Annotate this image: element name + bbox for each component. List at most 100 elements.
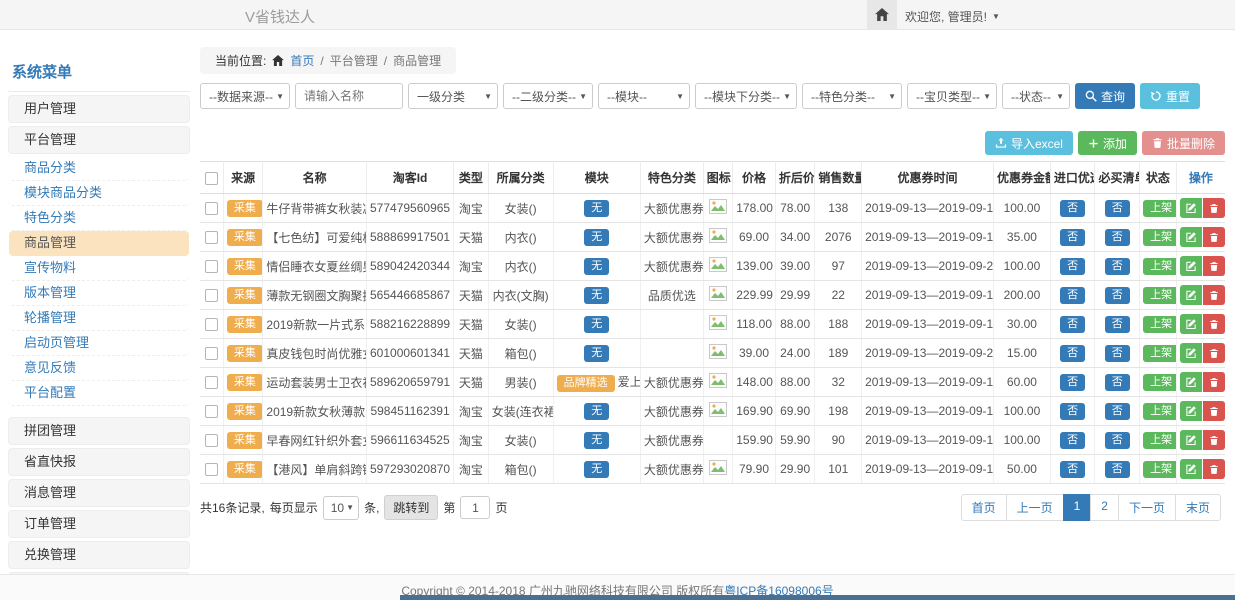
per-page-select[interactable]: 10 ▼ — [323, 496, 359, 520]
pager-item[interactable]: 2 — [1090, 494, 1119, 521]
must-buy-toggle[interactable]: 否 — [1105, 461, 1130, 478]
status-badge[interactable]: 上架 — [1143, 345, 1176, 362]
jump-page-input[interactable] — [460, 496, 490, 519]
row-checkbox[interactable] — [205, 405, 218, 418]
status-badge[interactable]: 上架 — [1143, 258, 1176, 275]
import-toggle[interactable]: 否 — [1060, 345, 1085, 362]
jump-button[interactable]: 跳转到 — [384, 495, 438, 520]
must-buy-toggle[interactable]: 否 — [1105, 403, 1130, 420]
delete-button[interactable] — [1203, 372, 1225, 392]
filter-select[interactable]: --特色分类--▼ — [802, 83, 902, 109]
sidebar-menu-header[interactable]: 用户管理 — [8, 95, 190, 123]
import-toggle[interactable]: 否 — [1060, 374, 1085, 391]
status-badge[interactable]: 上架 — [1143, 200, 1176, 217]
import-toggle[interactable]: 否 — [1060, 258, 1085, 275]
row-checkbox[interactable] — [205, 318, 218, 331]
delete-button[interactable] — [1203, 314, 1225, 334]
sidebar-menu-header[interactable]: 消息管理 — [8, 479, 190, 507]
sidebar-menu-header[interactable]: 订单管理 — [8, 510, 190, 538]
import-excel-button[interactable]: 导入excel — [985, 131, 1073, 155]
sidebar-menu-header[interactable]: 拼团管理 — [8, 417, 190, 445]
pager-item[interactable]: 下一页 — [1118, 494, 1176, 521]
sidebar-item[interactable]: 宣传物料 — [9, 256, 189, 281]
import-toggle[interactable]: 否 — [1060, 287, 1085, 304]
pager-item[interactable]: 首页 — [961, 494, 1007, 521]
sidebar-item[interactable]: 版本管理 — [9, 281, 189, 306]
sidebar-item[interactable]: 商品管理 — [9, 231, 189, 256]
pager-item[interactable]: 上一页 — [1006, 494, 1064, 521]
status-badge[interactable]: 上架 — [1143, 403, 1176, 420]
search-button[interactable]: 查询 — [1075, 83, 1135, 109]
edit-button[interactable] — [1180, 343, 1202, 363]
sidebar-item[interactable]: 启动页管理 — [9, 331, 189, 356]
delete-button[interactable] — [1203, 401, 1225, 421]
name-search-input[interactable] — [295, 83, 403, 109]
edit-button[interactable] — [1180, 430, 1202, 450]
edit-button[interactable] — [1180, 256, 1202, 276]
reset-button[interactable]: 重置 — [1140, 83, 1200, 109]
status-badge[interactable]: 上架 — [1143, 229, 1176, 246]
filter-select[interactable]: --宝贝类型--▼ — [907, 83, 997, 109]
home-button[interactable] — [867, 0, 897, 29]
must-buy-toggle[interactable]: 否 — [1105, 316, 1130, 333]
delete-button[interactable] — [1203, 227, 1225, 247]
sidebar-menu-header[interactable]: 省直快报 — [8, 448, 190, 476]
import-toggle[interactable]: 否 — [1060, 461, 1085, 478]
must-buy-toggle[interactable]: 否 — [1105, 287, 1130, 304]
edit-button[interactable] — [1180, 459, 1202, 479]
import-toggle[interactable]: 否 — [1060, 432, 1085, 449]
user-menu[interactable]: 欢迎您, 管理员! ▼ — [905, 8, 1000, 25]
delete-button[interactable] — [1203, 459, 1225, 479]
delete-button[interactable] — [1203, 256, 1225, 276]
import-toggle[interactable]: 否 — [1060, 403, 1085, 420]
import-toggle[interactable]: 否 — [1060, 229, 1085, 246]
must-buy-toggle[interactable]: 否 — [1105, 229, 1130, 246]
row-checkbox[interactable] — [205, 463, 218, 476]
status-badge[interactable]: 上架 — [1143, 432, 1176, 449]
status-badge[interactable]: 上架 — [1143, 461, 1176, 478]
delete-button[interactable] — [1203, 430, 1225, 450]
bulk-delete-button[interactable]: 批量删除 — [1142, 131, 1225, 155]
filter-select[interactable]: 一级分类▼ — [408, 83, 498, 109]
must-buy-toggle[interactable]: 否 — [1105, 432, 1130, 449]
row-checkbox[interactable] — [205, 434, 218, 447]
edit-button[interactable] — [1180, 314, 1202, 334]
filter-select[interactable]: --状态--▼ — [1002, 83, 1070, 109]
row-checkbox[interactable] — [205, 376, 218, 389]
edit-button[interactable] — [1180, 198, 1202, 218]
sidebar-item[interactable]: 特色分类 — [9, 206, 189, 231]
sidebar-item[interactable]: 轮播管理 — [9, 306, 189, 331]
breadcrumb-home-link[interactable]: 首页 — [290, 52, 314, 69]
add-button[interactable]: 添加 — [1078, 131, 1137, 155]
pager-item[interactable]: 1 — [1063, 494, 1092, 521]
import-toggle[interactable]: 否 — [1060, 316, 1085, 333]
must-buy-toggle[interactable]: 否 — [1105, 345, 1130, 362]
edit-button[interactable] — [1180, 285, 1202, 305]
filter-select[interactable]: --二级分类--▼ — [503, 83, 593, 109]
status-badge[interactable]: 上架 — [1143, 316, 1176, 333]
row-checkbox[interactable] — [205, 202, 218, 215]
must-buy-toggle[interactable]: 否 — [1105, 374, 1130, 391]
pager-item[interactable]: 末页 — [1175, 494, 1221, 521]
delete-button[interactable] — [1203, 198, 1225, 218]
status-badge[interactable]: 上架 — [1143, 374, 1176, 391]
filter-select[interactable]: --数据来源--▼ — [200, 83, 290, 109]
edit-button[interactable] — [1180, 227, 1202, 247]
status-badge[interactable]: 上架 — [1143, 287, 1176, 304]
filter-select[interactable]: --模块下分类--▼ — [695, 83, 797, 109]
sidebar-item[interactable]: 意见反馈 — [9, 356, 189, 381]
must-buy-toggle[interactable]: 否 — [1105, 200, 1130, 217]
row-checkbox[interactable] — [205, 231, 218, 244]
delete-button[interactable] — [1203, 285, 1225, 305]
edit-button[interactable] — [1180, 401, 1202, 421]
sidebar-menu-header[interactable]: 平台管理 — [8, 126, 190, 154]
row-checkbox[interactable] — [205, 289, 218, 302]
row-checkbox[interactable] — [205, 260, 218, 273]
import-toggle[interactable]: 否 — [1060, 200, 1085, 217]
delete-button[interactable] — [1203, 343, 1225, 363]
must-buy-toggle[interactable]: 否 — [1105, 258, 1130, 275]
sidebar-menu-header[interactable]: 兑换管理 — [8, 541, 190, 569]
sidebar-item[interactable]: 平台配置 — [9, 381, 189, 406]
row-checkbox[interactable] — [205, 347, 218, 360]
edit-button[interactable] — [1180, 372, 1202, 392]
